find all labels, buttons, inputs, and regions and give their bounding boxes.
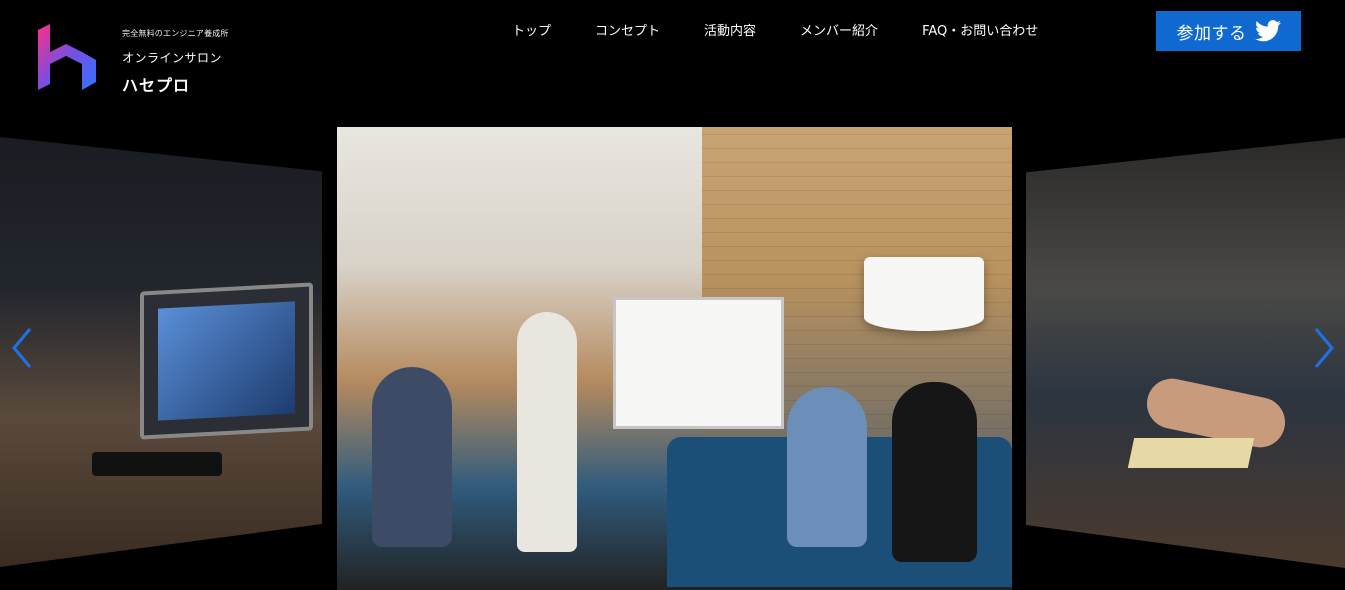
brand-tagline: 完全無料のエンジニア養成所 — [122, 29, 229, 38]
brand-subtitle: オンラインサロン — [122, 51, 223, 65]
join-button-label: 参加する — [1176, 23, 1247, 44]
brand-name[interactable]: ハセプロ — [122, 72, 229, 96]
hero-slider — [0, 110, 1345, 590]
phone-image — [92, 452, 222, 476]
slide-center-office-photo[interactable] — [337, 127, 1012, 590]
site-header: 完全無料のエンジニア養成所 オンラインサロン ハセプロ トップ コンセプト 活動… — [0, 0, 1345, 110]
slide-right-table-photo[interactable] — [1026, 138, 1345, 568]
whiteboard — [613, 297, 784, 429]
person-presenting — [517, 312, 577, 552]
nav-item-concept[interactable]: コンセプト — [573, 20, 682, 39]
brand-block: 完全無料のエンジニア養成所 オンラインサロン ハセプロ — [122, 28, 229, 96]
chevron-left-icon[interactable] — [8, 325, 36, 371]
lamp-shade — [864, 257, 984, 331]
twitter-icon — [1254, 20, 1281, 42]
nav-item-faq-contact[interactable]: FAQ・お問い合わせ — [900, 20, 1060, 39]
nav-item-members[interactable]: メンバー紹介 — [778, 20, 900, 39]
notebook-image — [1127, 438, 1255, 468]
join-button[interactable]: 参加する — [1156, 11, 1301, 51]
hasepro-logo-icon[interactable] — [36, 22, 102, 92]
main-nav: トップ コンセプト 活動内容 メンバー紹介 FAQ・お問い合わせ — [490, 20, 1060, 39]
laptop-image — [140, 282, 313, 440]
nav-item-activities[interactable]: 活動内容 — [682, 20, 778, 39]
laptop-screen — [158, 301, 295, 421]
person-seated-left — [372, 367, 452, 547]
chevron-right-icon[interactable] — [1310, 325, 1338, 371]
person-on-sofa-right — [892, 382, 977, 562]
nav-item-top[interactable]: トップ — [490, 20, 573, 39]
person-on-sofa — [787, 387, 867, 547]
slide-left-laptop-photo[interactable] — [0, 137, 322, 567]
